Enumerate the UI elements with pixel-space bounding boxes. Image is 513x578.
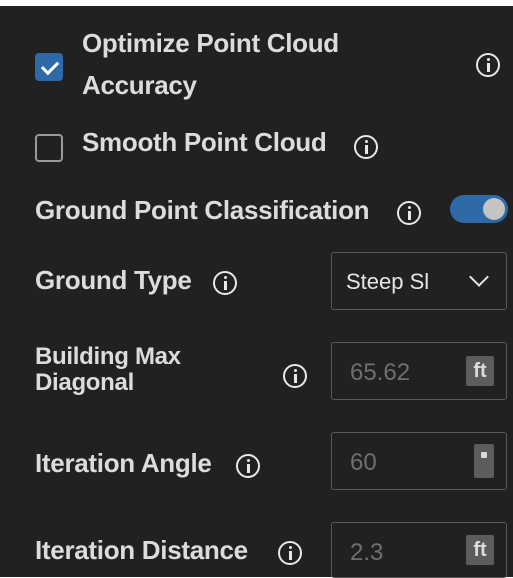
iteration-angle-info-icon[interactable] [236, 454, 260, 478]
building-max-diagonal-unit: ft [466, 356, 494, 386]
ground-type-info-icon[interactable] [213, 271, 237, 295]
ground-type-label: Ground Type [35, 265, 192, 295]
ground-classification-label: Ground Point Classification [35, 195, 370, 225]
iteration-angle-value: 60 [350, 449, 377, 476]
optimize-accuracy-label: Optimize Point Cloud Accuracy [82, 22, 339, 106]
building-max-diagonal-label-line2: Diagonal [35, 369, 134, 396]
ground-classification-toggle[interactable] [450, 195, 508, 223]
point-cloud-settings-panel: Optimize Point Cloud Accuracy Smooth Poi… [0, 6, 513, 578]
optimize-accuracy-label-line2: Accuracy [82, 70, 197, 100]
building-max-diagonal-label-line1: Building Max [35, 343, 181, 370]
iteration-distance-unit: ft [466, 535, 494, 565]
building-max-diagonal-info-icon[interactable] [283, 364, 307, 388]
optimize-accuracy-checkbox[interactable] [35, 53, 63, 81]
iteration-angle-label: Iteration Angle [35, 448, 212, 478]
building-max-diagonal-input[interactable]: 65.62 ft [331, 342, 507, 400]
building-max-diagonal-value: 65.62 [350, 359, 411, 386]
iteration-angle-input[interactable]: 60 [331, 432, 507, 490]
optimize-accuracy-label-line1: Optimize Point Cloud [82, 28, 339, 58]
ground-classification-info-icon[interactable] [397, 201, 421, 225]
optimize-accuracy-info-icon[interactable] [476, 53, 500, 77]
iteration-distance-value: 2.3 [350, 539, 384, 566]
toggle-knob [483, 198, 505, 220]
ground-type-value: Steep Sl [346, 269, 430, 294]
smooth-point-cloud-info-icon[interactable] [354, 135, 378, 159]
chevron-down-icon [469, 267, 489, 287]
smooth-point-cloud-label: Smooth Point Cloud [82, 127, 327, 157]
iteration-distance-info-icon[interactable] [278, 541, 302, 565]
iteration-angle-stepper[interactable] [474, 444, 494, 478]
smooth-point-cloud-checkbox[interactable] [35, 134, 63, 162]
iteration-distance-label: Iteration Distance [35, 535, 248, 565]
iteration-distance-input[interactable]: 2.3 ft [331, 522, 507, 578]
ground-type-select[interactable]: Steep Sl [331, 252, 507, 310]
building-max-diagonal-label: Building Max Diagonal [35, 344, 181, 396]
